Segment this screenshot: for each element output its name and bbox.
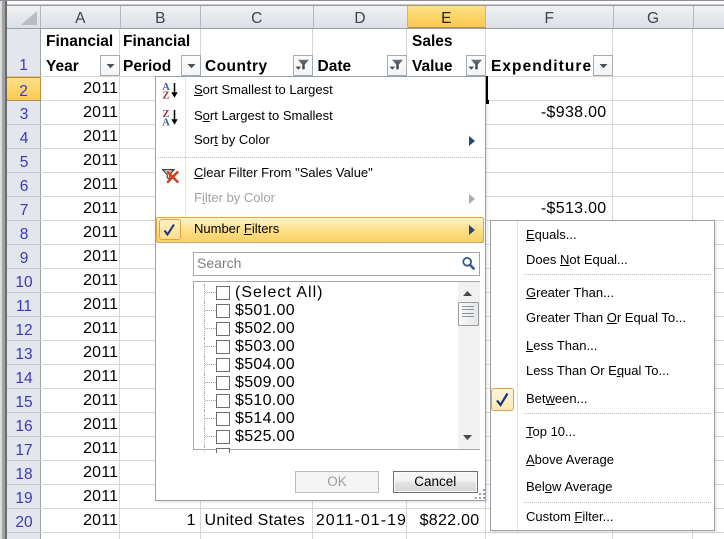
svg-text:Z: Z	[162, 91, 169, 100]
svg-text:A: A	[162, 117, 170, 126]
